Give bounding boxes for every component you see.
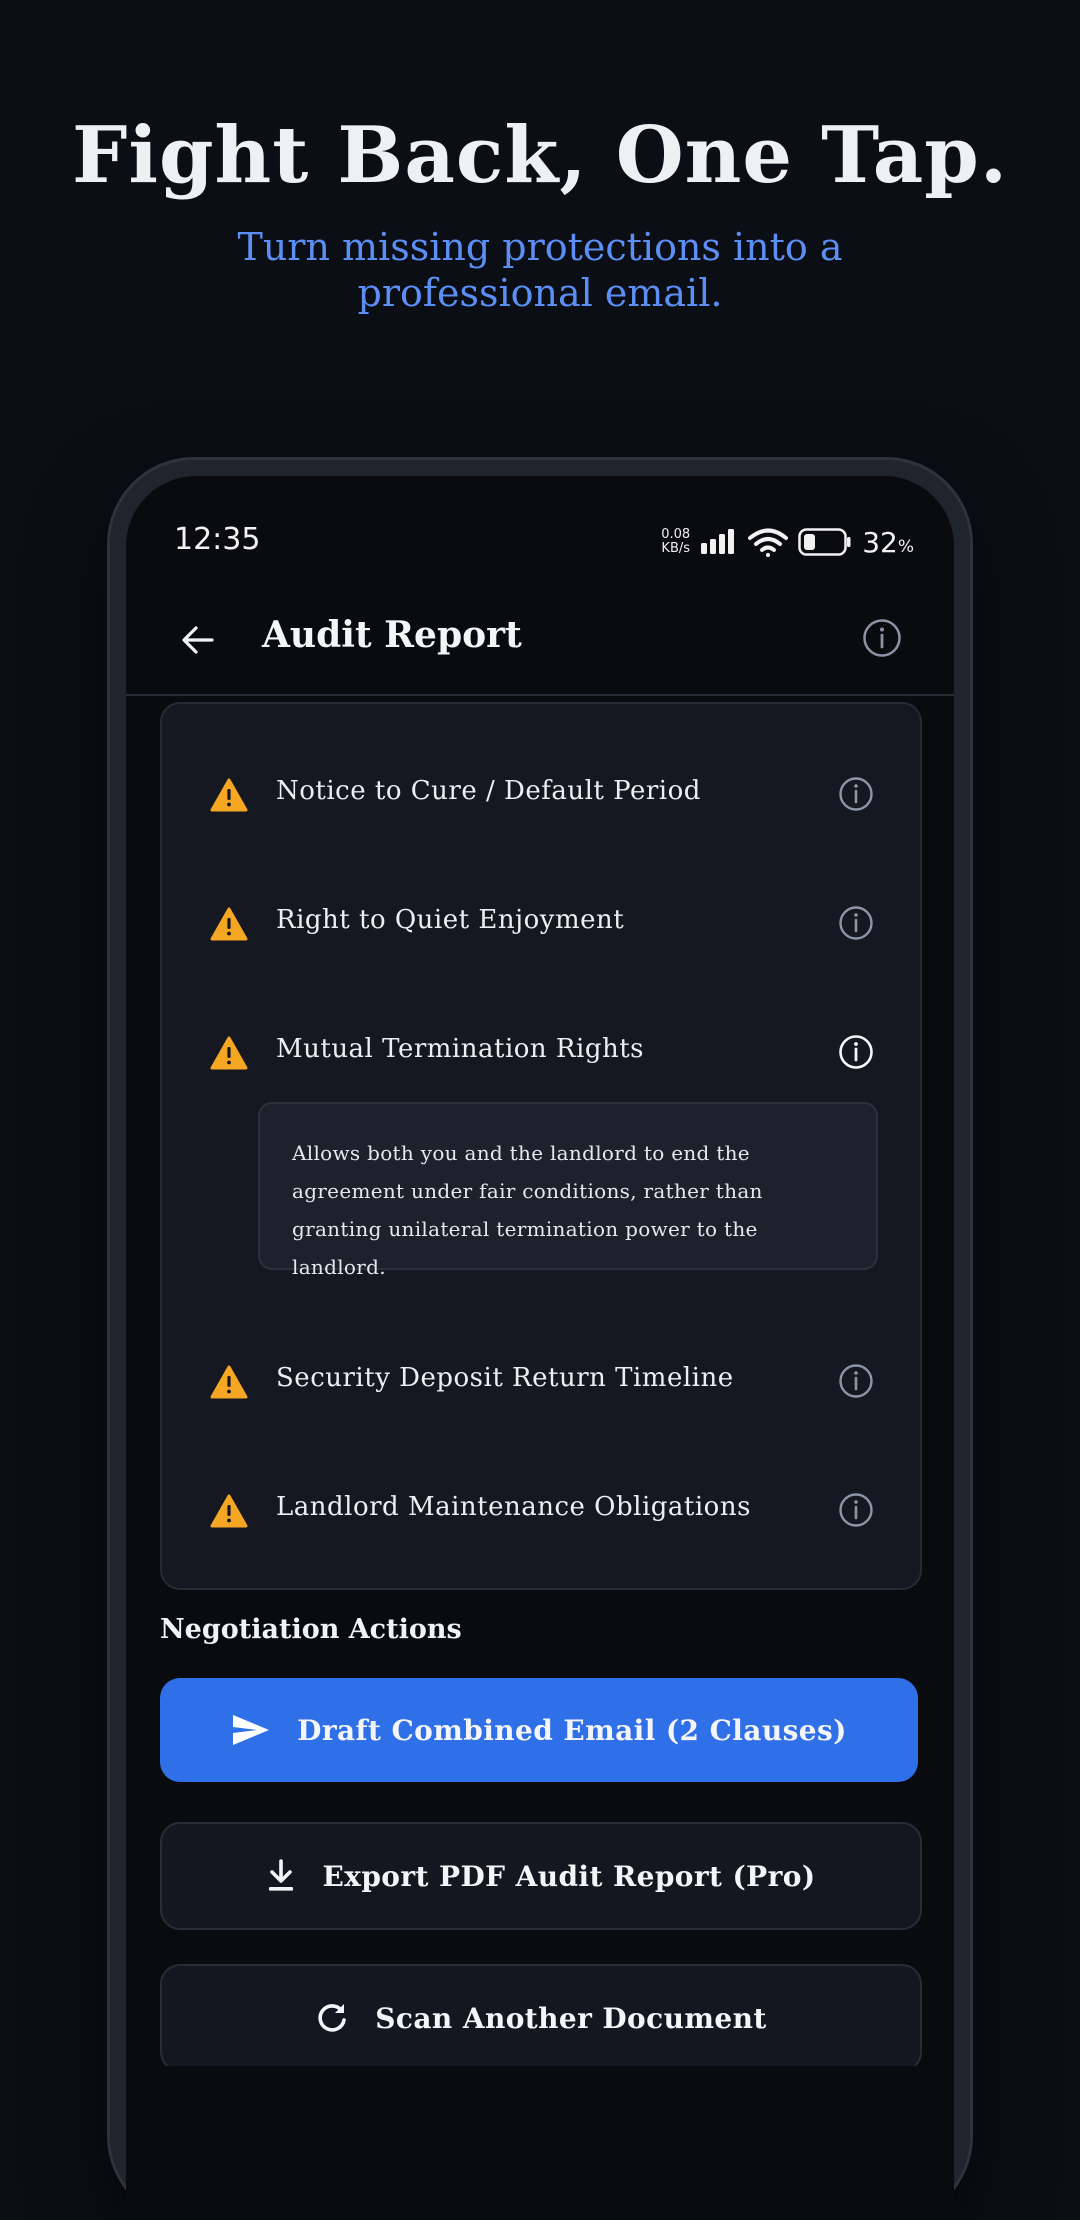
info-icon — [863, 619, 901, 657]
warning-icon — [210, 1036, 248, 1070]
info-icon[interactable] — [838, 1492, 874, 1528]
send-icon — [233, 1715, 270, 1745]
clause-row[interactable]: Landlord Maintenance Obligations — [162, 1480, 920, 1544]
tooltip-text: Allows both you and the landlord to end … — [292, 1141, 763, 1279]
refresh-icon — [318, 2004, 347, 2032]
clause-row[interactable]: Right to Quiet Enjoyment — [162, 893, 920, 957]
export-pdf-label: Export PDF Audit Report (Pro) — [322, 1859, 816, 1893]
clause-label: Security Deposit Return Timeline — [276, 1363, 734, 1393]
back-arrow-icon — [182, 626, 214, 654]
draft-email-button[interactable]: Draft Combined Email (2 Clauses) — [160, 1678, 918, 1782]
scan-another-button[interactable]: Scan Another Document — [160, 1964, 922, 2072]
info-button[interactable] — [862, 618, 902, 662]
warning-icon — [210, 1365, 248, 1399]
app-bar: Audit Report — [126, 596, 954, 682]
clause-label: Landlord Maintenance Obligations — [276, 1492, 751, 1522]
warning-icon — [210, 1494, 248, 1528]
status-icons: 0.08 KB/s 32% — [661, 522, 914, 562]
hero-subtitle: Turn missing protections into a professi… — [237, 225, 843, 315]
signal-icon — [701, 529, 735, 554]
status-bar: 12:35 0.08 KB/s 32% — [126, 516, 954, 572]
download-icon — [269, 1859, 294, 1891]
hero-title: Fight Back, One Tap. — [71, 110, 1008, 201]
clause-explanation-tooltip: Allows both you and the landlord to end … — [258, 1102, 878, 1279]
export-pdf-button[interactable]: Export PDF Audit Report (Pro) — [160, 1822, 922, 1930]
info-icon[interactable] — [838, 905, 874, 941]
scroll-fade — [126, 2066, 954, 2106]
info-icon[interactable] — [838, 1363, 874, 1399]
clause-row[interactable]: Notice to Cure / Default Period — [162, 764, 920, 828]
section-heading-negotiation: Negotiation Actions — [160, 1614, 462, 1645]
missing-clauses-card: Notice to Cure / Default Period Right to… — [160, 702, 922, 1590]
phone-frame: 12:35 0.08 KB/s 32% Audit Report Notice … — [110, 460, 970, 2220]
page-title: Audit Report — [262, 614, 522, 656]
clause-row-expanded[interactable]: Mutual Termination Rights — [162, 1022, 920, 1086]
phone-screen: 12:35 0.08 KB/s 32% Audit Report Notice … — [126, 476, 954, 2220]
warning-icon — [210, 778, 248, 812]
clause-label: Mutual Termination Rights — [276, 1034, 644, 1064]
clause-label: Notice to Cure / Default Period — [276, 776, 701, 806]
status-time: 12:35 — [174, 522, 261, 557]
clause-label: Right to Quiet Enjoyment — [276, 905, 625, 935]
scan-another-label: Scan Another Document — [375, 2001, 767, 2035]
net-speed: 0.08 KB/s — [661, 527, 691, 556]
app-bar-divider — [126, 694, 954, 696]
warning-icon — [210, 907, 248, 941]
clause-row[interactable]: Security Deposit Return Timeline — [162, 1351, 920, 1415]
info-icon[interactable] — [838, 776, 874, 812]
info-icon-active[interactable] — [838, 1034, 874, 1070]
back-button[interactable] — [172, 614, 224, 666]
wifi-icon — [748, 528, 789, 557]
battery-icon — [798, 528, 851, 556]
draft-email-label: Draft Combined Email (2 Clauses) — [297, 1713, 847, 1747]
battery-percent: 32% — [862, 525, 914, 559]
